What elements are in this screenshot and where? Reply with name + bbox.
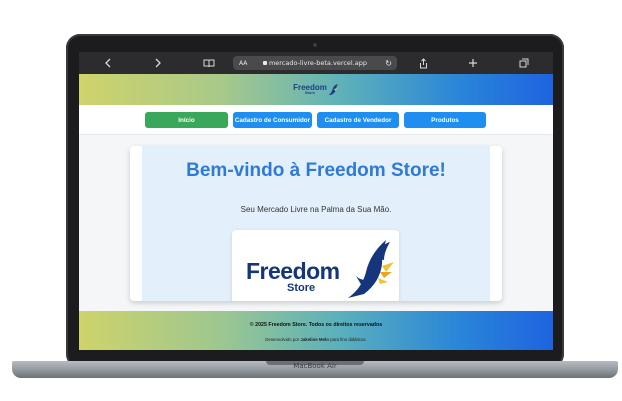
hero-logo-sub: Store [287, 282, 316, 294]
bird-icon [328, 83, 338, 95]
url-value: mercado-livre-beta.vercel.app [268, 59, 368, 67]
nav-cadastro-vendedor-button[interactable]: Cadastro de Vendedor [317, 112, 399, 128]
back-icon[interactable] [98, 52, 118, 74]
footer-dev-suffix: para fins didáticos. [330, 337, 367, 342]
device-label: MacBook Air [293, 362, 337, 370]
welcome-tagline: Seu Mercado Livre na Palma da Sua Mão. [240, 205, 392, 214]
header-logo-text: Freedom Store [293, 84, 327, 95]
forward-icon[interactable] [148, 52, 168, 74]
tabs-icon[interactable] [514, 52, 534, 74]
nav-produtos-button[interactable]: Produtos [404, 112, 486, 128]
reload-icon[interactable]: ↻ [385, 59, 392, 68]
bird-logo-icon [348, 240, 394, 298]
nav-cadastro-consumidor-button[interactable]: Cadastro de Consumidor [233, 112, 312, 128]
header-logo[interactable]: Freedom Store [293, 83, 339, 96]
site-header: Freedom Store [79, 74, 553, 105]
footer-dev-prefix: Desenvolvido por [265, 337, 300, 342]
share-icon[interactable] [413, 52, 433, 74]
hero-logo-word: Freedom [246, 258, 340, 284]
book-icon[interactable] [199, 52, 219, 74]
laptop-screen: AA mercado-livre-beta.vercel.app ↻ Freed… [79, 52, 553, 350]
nav-inicio-button[interactable]: Início [145, 112, 228, 128]
url-text: mercado-livre-beta.vercel.app [233, 59, 397, 67]
main-nav: Início Cadastro de Consumidor Cadastro d… [79, 105, 553, 135]
browser-toolbar: AA mercado-livre-beta.vercel.app ↻ [79, 52, 553, 74]
hero-logo: Freedom Store [232, 230, 399, 301]
plus-icon[interactable] [463, 52, 483, 74]
lock-icon [262, 61, 267, 65]
welcome-card: Bem-vindo à Freedom Store! Seu Mercado L… [130, 146, 502, 301]
address-bar[interactable]: AA mercado-livre-beta.vercel.app ↻ [233, 56, 397, 70]
footer-dev-credit: Desenvolvido por Jakeline Melo para fins… [79, 337, 553, 342]
camera-dot [313, 43, 317, 47]
site-footer: © 2025 Freedom Store. Todos os direitos … [79, 311, 553, 350]
welcome-title: Bem-vindo à Freedom Store! [186, 160, 446, 181]
footer-dev-name: Jakeline Melo [300, 337, 329, 342]
footer-copyright: © 2025 Freedom Store. Todos os direitos … [249, 322, 383, 328]
